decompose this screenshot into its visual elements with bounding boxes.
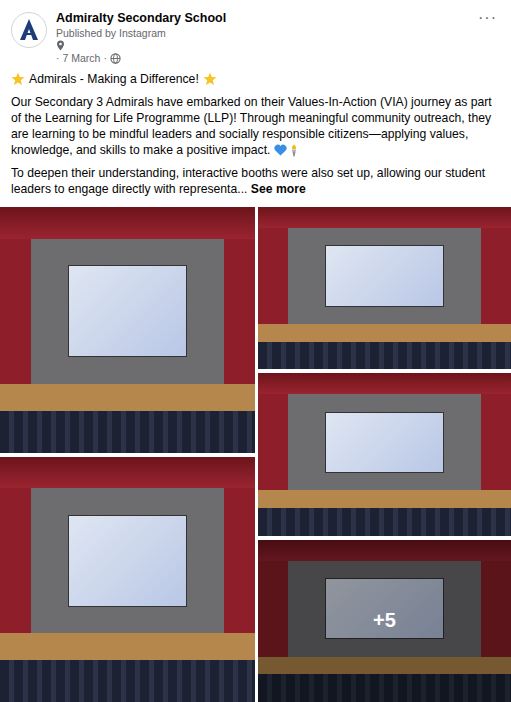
more-photos-count[interactable]: +5 [373, 609, 396, 632]
photo-grid: +5 [0, 207, 511, 702]
curtain [258, 207, 511, 228]
stage [0, 488, 255, 633]
post-meta: Admiralty Secondary SchoolPublished by I… [56, 10, 465, 65]
more-options-button[interactable]: ··· [474, 10, 501, 26]
date-row: ·7 March· [56, 51, 465, 65]
page-avatar[interactable] [11, 12, 47, 48]
audience [0, 660, 255, 702]
paragraph-text: Our Secondary 3 Admirals have embarked o… [11, 95, 492, 157]
post-title-row: Admirals - Making a Difference! [11, 71, 500, 87]
photo-column [0, 207, 255, 702]
stage-floor [258, 324, 511, 342]
school-logo-icon [18, 18, 40, 42]
stage-floor [0, 633, 255, 660]
paragraph-text: To deepen their understanding, interacti… [11, 166, 485, 196]
photo[interactable] [0, 457, 255, 702]
torch-icon [289, 144, 299, 157]
stage [0, 239, 255, 384]
separator: · [56, 51, 60, 65]
projector-screen [325, 412, 443, 473]
more-photos-overlay[interactable]: +5 [258, 540, 511, 702]
stage-floor [0, 384, 255, 411]
post-paragraph: Our Secondary 3 Admirals have embarked o… [11, 94, 500, 158]
audience [258, 508, 511, 536]
location-row [56, 40, 465, 51]
separator: · [103, 51, 107, 65]
heart-icon [274, 144, 287, 157]
photo[interactable] [258, 373, 511, 535]
photo[interactable]: +5 [258, 540, 511, 702]
post-text: Admirals - Making a Difference! Our Secon… [0, 65, 511, 204]
emoji-group [274, 144, 299, 157]
audience [258, 342, 511, 370]
audience [0, 411, 255, 453]
globe-icon [110, 53, 121, 64]
stage-floor [258, 490, 511, 508]
curtain [0, 207, 255, 239]
stage [258, 394, 511, 490]
page-name[interactable]: Admiralty Secondary School [56, 10, 465, 26]
post-date[interactable]: 7 March [63, 51, 101, 65]
projector-screen [325, 245, 443, 306]
post-paragraph: To deepen their understanding, interacti… [11, 165, 500, 197]
star-icon [203, 72, 217, 86]
curtain [0, 457, 255, 489]
projector-screen [68, 515, 187, 607]
post-title: Admirals - Making a Difference! [29, 71, 199, 87]
see-more-link[interactable]: See more [251, 182, 306, 196]
curtain [258, 373, 511, 394]
photo[interactable] [258, 207, 511, 369]
projector-screen [68, 265, 187, 357]
pin-icon [56, 40, 65, 51]
star-icon [11, 72, 25, 86]
published-by: Published by Instagram [56, 26, 465, 40]
stage [258, 228, 511, 324]
photo[interactable] [0, 207, 255, 453]
post-header: Admiralty Secondary SchoolPublished by I… [0, 0, 511, 65]
photo-column: +5 [258, 207, 511, 702]
